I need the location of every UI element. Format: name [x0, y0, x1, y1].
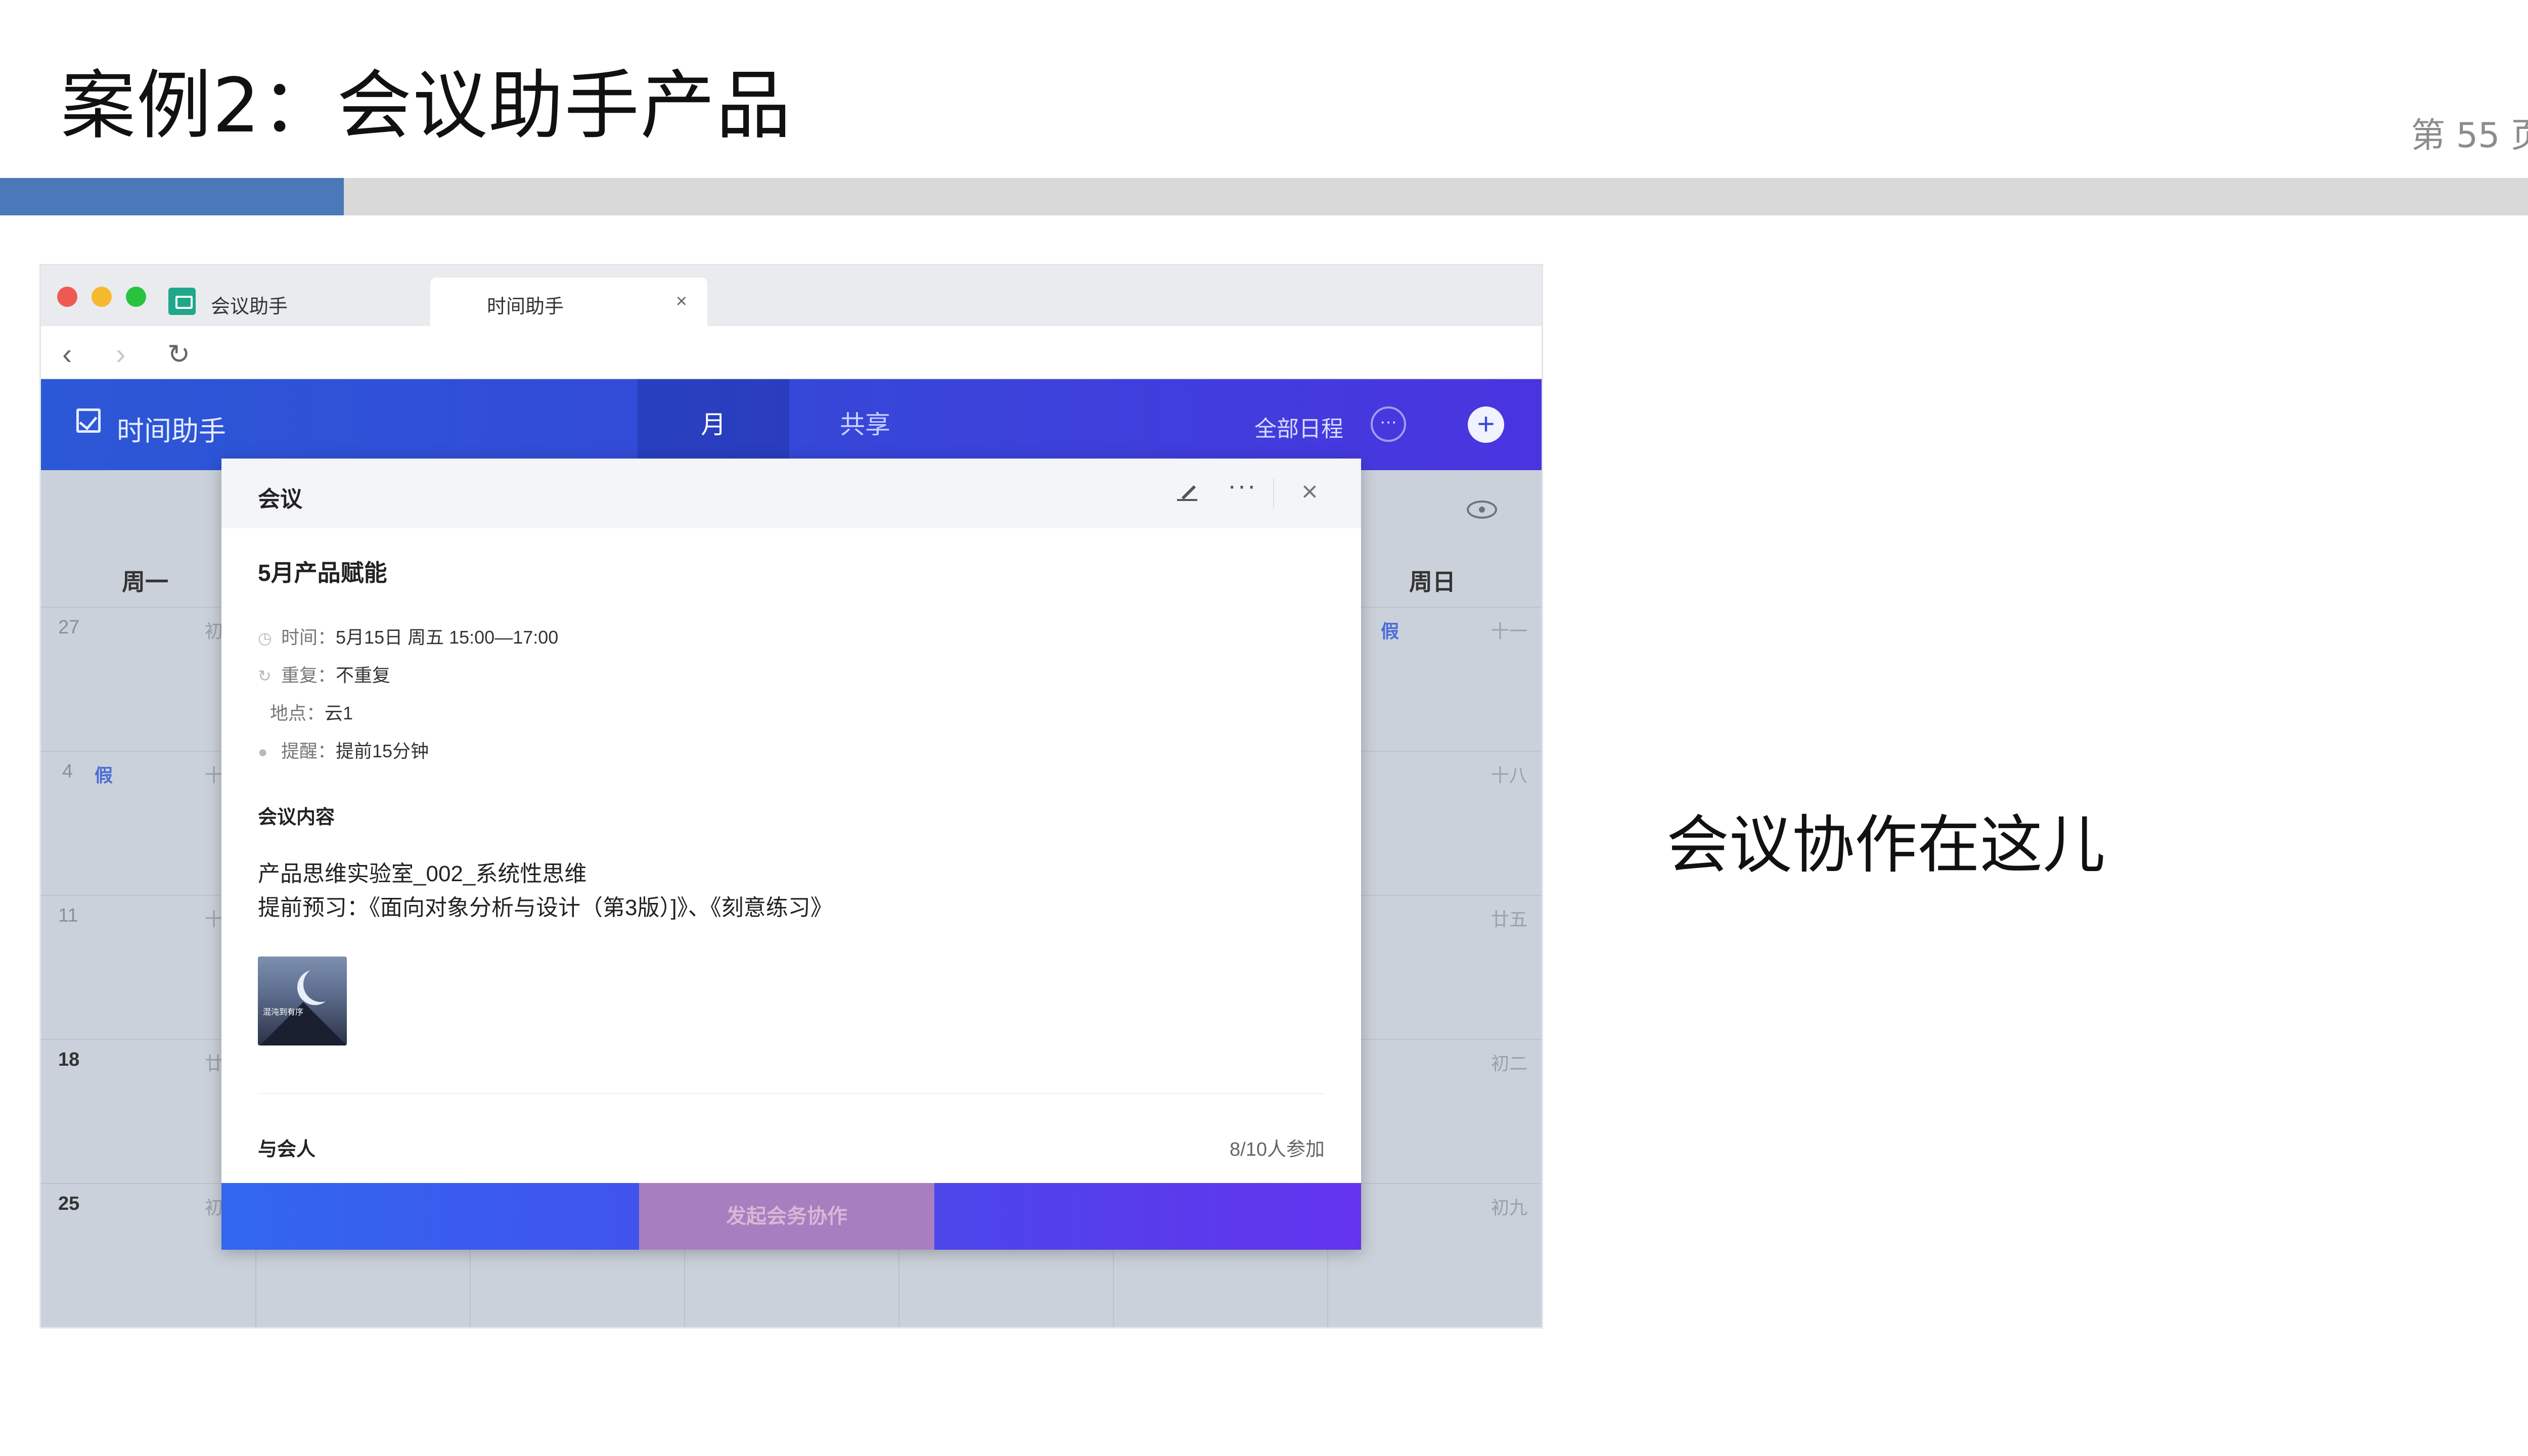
tab-time-assistant[interactable]: 时间助手 ×	[430, 278, 707, 326]
location-value: 云1	[325, 703, 353, 723]
calendar-lunar-date: 十一	[1491, 621, 1528, 642]
event-time-row: ◷ 时间：5月15日 周五 15:00—17:00	[258, 623, 558, 649]
window-minimize-dot[interactable]	[92, 287, 112, 307]
repeat-icon: ↻	[258, 667, 272, 685]
app-title: 时间助手	[117, 416, 226, 446]
repeat-label: 重复：	[281, 665, 336, 686]
reminder-label: 提醒：	[281, 741, 336, 761]
close-icon[interactable]: ×	[1301, 475, 1318, 508]
tab-meeting-assistant[interactable]: 会议助手	[211, 291, 288, 318]
moon-icon	[303, 967, 339, 1002]
attendees-count[interactable]: 8/10人参加	[1230, 1133, 1325, 1161]
calendar-day-number[interactable]: 11	[58, 905, 78, 927]
thumbnail-caption: 混沌到有序	[263, 1008, 304, 1017]
eye-icon[interactable]	[1467, 500, 1497, 519]
browser-toolbar: ‹ › ↻	[41, 326, 1542, 379]
more-icon[interactable]: ···	[1228, 471, 1257, 501]
all-schedule-button[interactable]: 全部日程	[1254, 411, 1343, 443]
location-label: 地点：	[270, 703, 325, 723]
browser-tabstrip: 会议助手 时间助手 ×	[41, 265, 1542, 326]
modal-title: 会议	[258, 487, 302, 512]
forward-arrow-icon[interactable]: ›	[116, 337, 125, 371]
clock-icon: ◷	[258, 629, 272, 647]
event-location-row: 地点：云1	[270, 699, 353, 725]
modal-footer: 发起会务协作	[221, 1183, 1361, 1250]
modal-header: 会议 ··· ×	[221, 459, 1361, 528]
attendees-label: 与会人	[258, 1139, 316, 1160]
slide-caption: 会议协作在这儿	[1666, 809, 2106, 882]
calendar-lunar-date: 十八	[1491, 765, 1528, 786]
content-line: 提前预习：《面向对象分析与设计（第3版）]》、《刻意练习》	[258, 895, 833, 920]
reminder-value: 提前15分钟	[336, 741, 429, 761]
title-underline-bar	[0, 178, 2528, 215]
bell-icon: ●	[258, 743, 268, 761]
calendar-lunar-date: 初二	[1491, 1053, 1528, 1074]
tab-share[interactable]: 共享	[789, 379, 941, 470]
tab-close-icon[interactable]: ×	[676, 291, 687, 312]
window-maximize-dot[interactable]	[126, 287, 146, 307]
time-value: 5月15日 周五 15:00—17:00	[336, 627, 559, 648]
calendar-lunar-date: 初	[205, 1197, 223, 1218]
calendar-lunar-date: 初九	[1491, 1197, 1528, 1218]
modal-divider	[258, 1093, 1325, 1094]
calendar-day-number[interactable]: 18	[58, 1049, 79, 1071]
attachment-thumbnail[interactable]: 混沌到有序	[258, 957, 347, 1045]
reload-icon[interactable]: ↻	[167, 338, 190, 370]
edit-pencil-icon[interactable]	[1177, 481, 1197, 501]
more-options-icon[interactable]: ···	[1371, 406, 1406, 442]
content-line: 产品思维实验室_002_系统性思维	[258, 861, 587, 886]
calendar-day-number[interactable]: 25	[58, 1193, 79, 1215]
event-repeat-row: ↻ 重复：不重复	[258, 661, 390, 687]
slide-title: 案例2：会议助手产品	[61, 62, 792, 149]
page-number: 第 55 页	[2411, 116, 2528, 156]
start-collaboration-button[interactable]: 发起会务协作	[639, 1183, 934, 1250]
tab-month[interactable]: 月	[638, 379, 789, 470]
event-title: 5月产品赋能	[258, 560, 387, 586]
calendar-lunar-date: 十	[205, 765, 223, 786]
content-section-label: 会议内容	[258, 807, 335, 828]
meeting-app-favicon-icon	[168, 288, 196, 315]
calendar-lunar-date: 廿	[205, 1053, 223, 1074]
app-header: 时间助手 月 共享 全部日程 ··· +	[41, 379, 1542, 470]
add-event-icon[interactable]: +	[1468, 406, 1504, 443]
event-reminder-row: ● 提醒：提前15分钟	[258, 737, 429, 763]
time-label: 时间：	[281, 627, 336, 648]
event-detail-modal: 会议 ··· × 5月产品赋能 ◷ 时间：5月15日 周五 15:00—17:0…	[221, 459, 1361, 1250]
holiday-badge: 假	[1381, 621, 1400, 642]
title-underline-accent	[0, 178, 344, 215]
header-divider	[1273, 479, 1274, 508]
calendar-lunar-date: 廿五	[1491, 909, 1528, 930]
holiday-badge: 假	[95, 765, 113, 786]
calendar-lunar-date: 十	[205, 909, 223, 930]
repeat-value: 不重复	[336, 665, 391, 686]
back-arrow-icon[interactable]: ‹	[62, 337, 72, 371]
window-close-dot[interactable]	[57, 287, 77, 307]
weekday-monday: 周一	[122, 569, 168, 595]
weekday-sunday: 周日	[1409, 569, 1456, 595]
calendar-day-number[interactable]: 27	[58, 617, 79, 639]
calendar-lunar-date: 初	[205, 621, 223, 642]
calendar-day-number[interactable]: 4	[62, 761, 73, 783]
tab-label: 时间助手	[487, 296, 564, 317]
checkbox-logo-icon	[76, 408, 101, 433]
